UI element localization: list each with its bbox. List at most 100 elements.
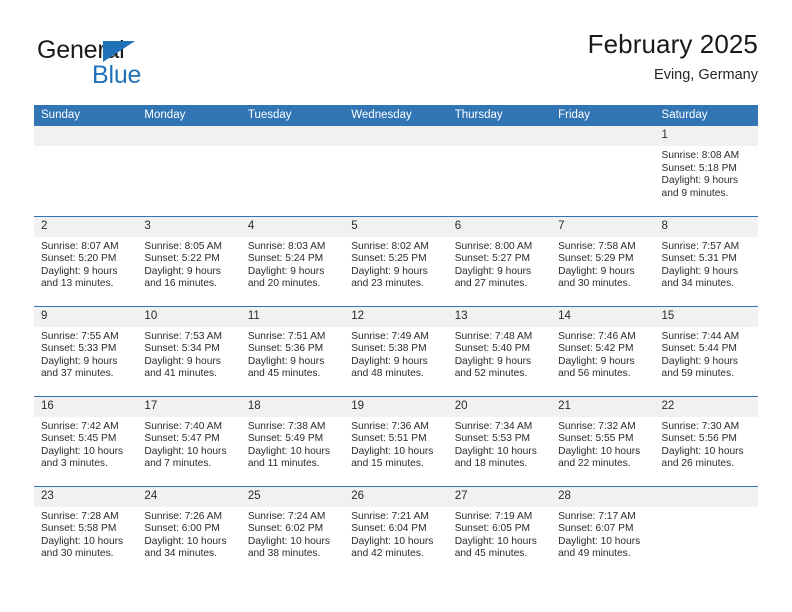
sunset-text: Sunset: 5:40 PM <box>454 343 531 355</box>
daylight-text-line1: Daylight: 10 hours <box>144 445 227 457</box>
day-number: 22 <box>654 396 758 417</box>
sunset-text: Sunset: 5:24 PM <box>247 253 324 265</box>
sunset-text: Sunset: 5:44 PM <box>661 343 737 355</box>
daylight-text-line1: Daylight: 9 hours <box>454 265 532 277</box>
day-number: 3 <box>137 216 241 237</box>
daylight-text-line2: and 42 minutes. <box>351 548 424 560</box>
day-sun-info: Sunrise: 7:24 AM Sunset: 6:02 PM Daylight:… <box>241 507 344 561</box>
day-sun-info: Sunrise: 7:17 AM Sunset: 6:07 PM Daylight:… <box>551 507 654 561</box>
calendar-day-cell[interactable]: 17 Sunrise: 7:40 AM Sunset: 5:47 PM Dayligh… <box>137 395 241 486</box>
calendar-day-cell[interactable]: 19 Sunrise: 7:36 AM Sunset: 5:51 PM Dayligh… <box>344 395 448 486</box>
calendar-day-cell-empty <box>137 126 241 216</box>
weekday-header-wednesday: Wednesday <box>344 105 448 126</box>
day-number <box>137 126 241 146</box>
daylight-text-line2: and 27 minutes. <box>454 278 528 290</box>
day-number: 11 <box>240 306 345 327</box>
calendar-day-cell[interactable]: 22 Sunrise: 7:30 AM Sunset: 5:56 PM Dayligh… <box>654 395 758 486</box>
daylight-text-line2: and 59 minutes. <box>661 368 735 380</box>
general-blue-logo[interactable]: General Blue <box>37 38 207 96</box>
day-number: 21 <box>551 396 655 417</box>
calendar-day-cell[interactable]: 21 Sunrise: 7:32 AM Sunset: 5:55 PM Dayligh… <box>551 395 655 486</box>
sunrise-text: Sunrise: 7:34 AM <box>454 420 533 432</box>
calendar-day-cell[interactable]: 13 Sunrise: 7:48 AM Sunset: 5:40 PM Dayligh… <box>447 305 552 396</box>
day-sun-info: Sunrise: 7:32 AM Sunset: 5:55 PM Daylight:… <box>551 417 654 471</box>
day-sun-info: Sunrise: 7:21 AM Sunset: 6:04 PM Daylight:… <box>344 507 447 561</box>
calendar-day-cell[interactable]: 4 Sunrise: 8:03 AM Sunset: 5:24 PM Daylight… <box>240 215 345 306</box>
calendar-page: General Blue February 2025 Eving, German… <box>0 0 792 612</box>
day-sun-info: Sunrise: 7:51 AM Sunset: 5:36 PM Daylight:… <box>241 327 344 381</box>
day-number: 18 <box>240 396 345 417</box>
calendar-day-cell[interactable]: 5 Sunrise: 8:02 AM Sunset: 5:25 PM Daylight… <box>344 215 448 306</box>
day-number: 25 <box>240 486 345 507</box>
daylight-text-line2: and 26 minutes. <box>661 458 735 470</box>
calendar-day-cell[interactable]: 26 Sunrise: 7:21 AM Sunset: 6:04 PM Dayligh… <box>344 485 448 576</box>
sunrise-text: Sunrise: 7:48 AM <box>454 330 533 342</box>
daylight-text-line1: Daylight: 10 hours <box>351 445 434 457</box>
day-number: 5 <box>344 216 448 237</box>
calendar-day-cell[interactable]: 1 Sunrise: 8:08 AM Sunset: 5:18 PM Daylight… <box>654 126 758 216</box>
calendar-day-cell[interactable]: 12 Sunrise: 7:49 AM Sunset: 5:38 PM Dayligh… <box>344 305 448 396</box>
day-sun-info: Sunrise: 8:03 AM Sunset: 5:24 PM Daylight:… <box>241 237 344 291</box>
day-number: 10 <box>137 306 241 327</box>
calendar-day-cell[interactable]: 11 Sunrise: 7:51 AM Sunset: 5:36 PM Dayligh… <box>240 305 345 396</box>
daylight-text-line1: Daylight: 9 hours <box>144 265 221 277</box>
sunset-text: Sunset: 5:49 PM <box>247 433 324 445</box>
calendar-day-cell[interactable]: 18 Sunrise: 7:38 AM Sunset: 5:49 PM Dayligh… <box>240 395 345 486</box>
daylight-text-line2: and 22 minutes. <box>558 458 631 470</box>
day-number: 23 <box>34 486 138 507</box>
calendar-day-cell[interactable]: 20 Sunrise: 7:34 AM Sunset: 5:53 PM Dayligh… <box>447 395 552 486</box>
daylight-text-line2: and 34 minutes. <box>661 278 735 290</box>
calendar-day-cell[interactable]: 24 Sunrise: 7:26 AM Sunset: 6:00 PM Dayligh… <box>137 485 241 576</box>
sunset-text: Sunset: 5:45 PM <box>41 433 117 445</box>
sunrise-text: Sunrise: 7:38 AM <box>247 420 326 432</box>
daylight-text-line2: and 11 minutes. <box>247 458 320 470</box>
sunset-text: Sunset: 5:51 PM <box>351 433 427 445</box>
daylight-text-line2: and 37 minutes. <box>41 368 114 380</box>
daylight-text-line2: and 48 minutes. <box>351 368 424 380</box>
day-number: 28 <box>551 486 655 507</box>
sunset-text: Sunset: 6:04 PM <box>351 523 427 535</box>
sunset-text: Sunset: 5:55 PM <box>558 433 634 445</box>
calendar-day-cell[interactable]: 6 Sunrise: 8:00 AM Sunset: 5:27 PM Daylight… <box>447 215 552 306</box>
calendar-day-cell[interactable]: 10 Sunrise: 7:53 AM Sunset: 5:34 PM Dayligh… <box>137 305 241 396</box>
calendar-week-row: 2 Sunrise: 8:07 AM Sunset: 5:20 PM Daylight… <box>34 215 758 306</box>
daylight-text-line1: Daylight: 10 hours <box>41 535 124 547</box>
sunset-text: Sunset: 5:18 PM <box>661 162 737 174</box>
calendar-day-cell[interactable]: 27 Sunrise: 7:19 AM Sunset: 6:05 PM Dayligh… <box>447 485 552 576</box>
sunrise-text: Sunrise: 7:46 AM <box>558 330 636 342</box>
daylight-text-line1: Daylight: 10 hours <box>558 445 641 457</box>
daylight-text-line1: Daylight: 9 hours <box>558 265 635 277</box>
calendar-day-cell[interactable]: 8 Sunrise: 7:57 AM Sunset: 5:31 PM Daylight… <box>654 215 758 306</box>
sunrise-text: Sunrise: 8:07 AM <box>41 240 119 252</box>
calendar-grid: Sunday Monday Tuesday Wednesday Thursday… <box>34 105 758 576</box>
calendar-day-cell[interactable]: 23 Sunrise: 7:28 AM Sunset: 5:58 PM Dayligh… <box>34 485 138 576</box>
calendar-day-cell[interactable]: 14 Sunrise: 7:46 AM Sunset: 5:42 PM Dayligh… <box>551 305 655 396</box>
weekday-header-monday: Monday <box>137 105 241 126</box>
calendar-day-cell[interactable]: 25 Sunrise: 7:24 AM Sunset: 6:02 PM Dayligh… <box>240 485 345 576</box>
page-subtitle: Eving, Germany <box>654 66 758 83</box>
sunset-text: Sunset: 5:58 PM <box>41 523 117 535</box>
day-sun-info: Sunrise: 7:48 AM Sunset: 5:40 PM Daylight:… <box>448 327 551 381</box>
calendar-day-cell[interactable]: 9 Sunrise: 7:55 AM Sunset: 5:33 PM Daylight… <box>34 305 138 396</box>
sunrise-text: Sunrise: 7:24 AM <box>247 510 326 522</box>
calendar-day-cell[interactable]: 15 Sunrise: 7:44 AM Sunset: 5:44 PM Dayligh… <box>654 305 758 396</box>
day-sun-info: Sunrise: 7:40 AM Sunset: 5:47 PM Daylight:… <box>137 417 240 471</box>
daylight-text-line1: Daylight: 9 hours <box>558 355 635 367</box>
calendar-day-cell[interactable]: 3 Sunrise: 8:05 AM Sunset: 5:22 PM Daylight… <box>137 215 241 306</box>
daylight-text-line2: and 45 minutes. <box>247 368 321 380</box>
day-number <box>34 126 138 146</box>
calendar-day-cell[interactable]: 7 Sunrise: 7:58 AM Sunset: 5:29 PM Daylight… <box>551 215 655 306</box>
calendar-day-cell[interactable]: 28 Sunrise: 7:17 AM Sunset: 6:07 PM Dayligh… <box>551 485 655 576</box>
day-sun-info: Sunrise: 7:57 AM Sunset: 5:31 PM Daylight:… <box>655 237 758 291</box>
day-sun-info: Sunrise: 8:05 AM Sunset: 5:22 PM Daylight:… <box>137 237 240 291</box>
calendar-week-row: 1 Sunrise: 8:08 AM Sunset: 5:18 PM Daylight… <box>34 126 758 216</box>
sunset-text: Sunset: 5:47 PM <box>144 433 220 445</box>
calendar-day-cell[interactable]: 2 Sunrise: 8:07 AM Sunset: 5:20 PM Daylight… <box>34 215 138 306</box>
daylight-text-line2: and 3 minutes. <box>41 458 108 470</box>
daylight-text-line1: Daylight: 10 hours <box>144 535 227 547</box>
daylight-text-line1: Daylight: 9 hours <box>454 355 532 367</box>
calendar-week-row: 23 Sunrise: 7:28 AM Sunset: 5:58 PM Dayligh… <box>34 485 758 576</box>
weekday-header-tuesday: Tuesday <box>240 105 345 126</box>
daylight-text-line1: Daylight: 10 hours <box>454 535 537 547</box>
calendar-day-cell[interactable]: 16 Sunrise: 7:42 AM Sunset: 5:45 PM Dayligh… <box>34 395 138 486</box>
